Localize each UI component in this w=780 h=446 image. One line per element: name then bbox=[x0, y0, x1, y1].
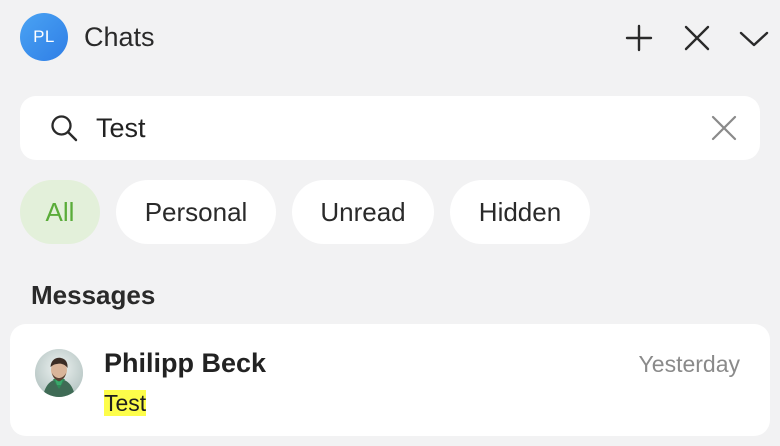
contact-photo bbox=[35, 349, 83, 397]
filter-chip-label: Hidden bbox=[478, 196, 562, 227]
filter-chip-label: Personal bbox=[144, 196, 248, 227]
message-result-item[interactable]: Philipp Beck Yesterday Test bbox=[10, 324, 770, 436]
collapse-button[interactable] bbox=[736, 20, 772, 56]
search-icon bbox=[51, 115, 78, 142]
chevron-down-icon bbox=[739, 31, 769, 47]
user-avatar-initials: PL bbox=[33, 27, 55, 46]
close-button[interactable] bbox=[679, 20, 715, 56]
filter-chip-unread[interactable]: Unread bbox=[292, 180, 434, 244]
filter-chip-all[interactable]: All bbox=[20, 180, 100, 244]
filter-chip-hidden[interactable]: Hidden bbox=[450, 180, 590, 244]
messages-section-title: Messages bbox=[31, 280, 156, 310]
search-input[interactable] bbox=[96, 108, 686, 148]
clear-search-button[interactable] bbox=[708, 112, 740, 144]
close-icon bbox=[684, 25, 710, 51]
filter-chip-label: Unread bbox=[320, 196, 406, 227]
clear-icon bbox=[711, 115, 737, 141]
user-avatar[interactable]: PL bbox=[20, 13, 68, 61]
filter-chip-personal[interactable]: Personal bbox=[116, 180, 276, 244]
search-match-highlight: Test bbox=[104, 390, 147, 416]
page-title: Chats bbox=[84, 22, 155, 52]
header: PL Chats bbox=[0, 0, 780, 76]
message-timestamp: Yesterday bbox=[638, 351, 740, 377]
message-sender-name: Philipp Beck bbox=[104, 348, 267, 378]
message-snippet: Test bbox=[104, 390, 147, 417]
search-bar bbox=[20, 96, 760, 160]
new-chat-button[interactable] bbox=[621, 20, 657, 56]
chats-panel: PL Chats Test All Personal Unread Hidden… bbox=[0, 0, 780, 446]
filter-chip-label: All bbox=[45, 196, 75, 227]
plus-icon bbox=[625, 24, 653, 52]
contact-avatar bbox=[35, 349, 83, 397]
